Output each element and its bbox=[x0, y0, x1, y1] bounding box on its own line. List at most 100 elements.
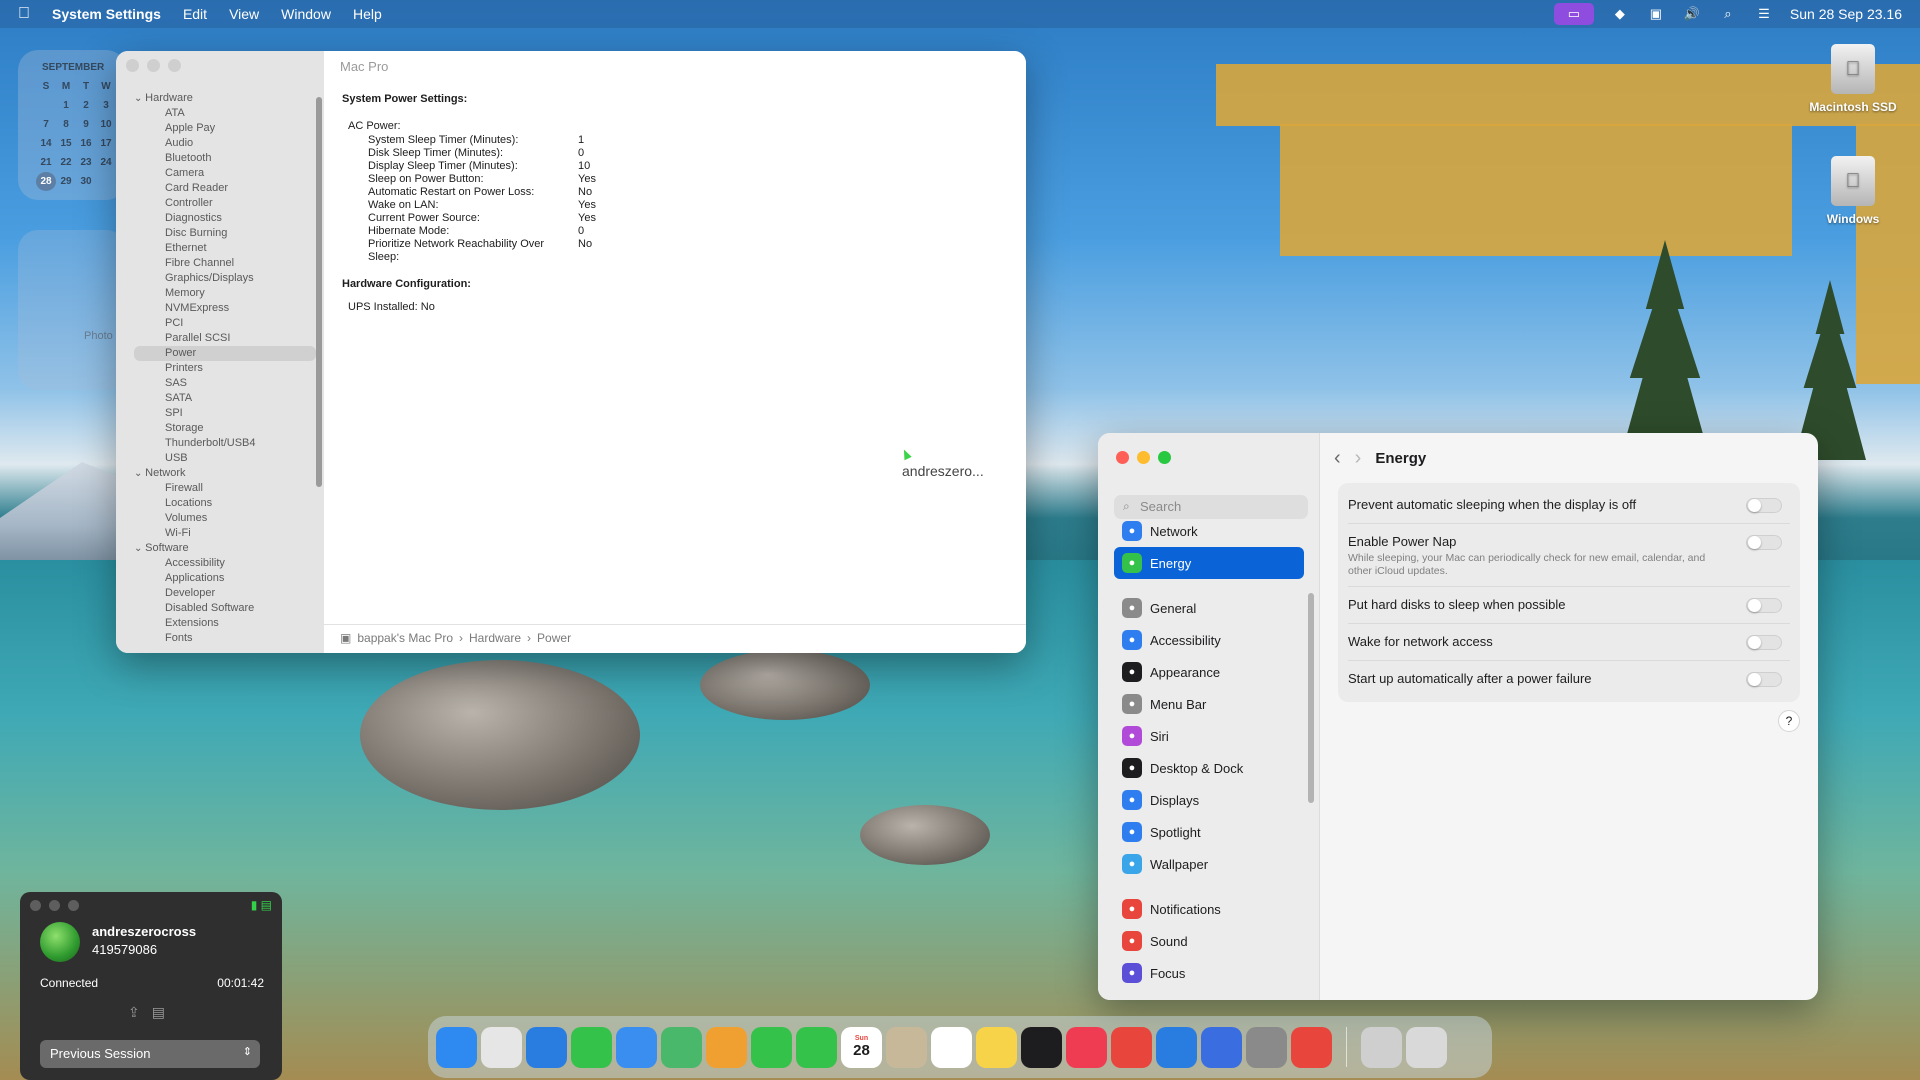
dock-rocket-icon[interactable] bbox=[1111, 1026, 1152, 1068]
menu-app-name[interactable]: System Settings bbox=[52, 6, 161, 22]
tree-item[interactable]: Storage bbox=[134, 421, 316, 436]
dock-app-store-icon[interactable] bbox=[1156, 1026, 1197, 1068]
menu-help[interactable]: Help bbox=[353, 6, 382, 22]
tree-group[interactable]: Network bbox=[134, 466, 316, 481]
back-button[interactable]: ‹ bbox=[1334, 447, 1341, 470]
help-button[interactable]: ? bbox=[1778, 710, 1800, 732]
tree-item[interactable]: Graphics/Displays bbox=[134, 271, 316, 286]
minimize-button[interactable] bbox=[49, 900, 60, 911]
desktop-icon-windows[interactable]:  Windows bbox=[1798, 156, 1908, 226]
dock-notes-icon[interactable] bbox=[976, 1026, 1017, 1068]
volume-icon[interactable]: 🔊 bbox=[1682, 6, 1702, 22]
forward-button[interactable]: › bbox=[1355, 447, 1362, 470]
dock-trash-icon[interactable] bbox=[1406, 1026, 1447, 1068]
minimize-button[interactable] bbox=[1137, 451, 1150, 464]
menu-window[interactable]: Window bbox=[281, 6, 331, 22]
sidebar-item-desktop-dock[interactable]: ● Desktop & Dock bbox=[1114, 752, 1304, 784]
tree-item[interactable]: Diagnostics bbox=[134, 211, 316, 226]
menu-edit[interactable]: Edit bbox=[183, 6, 207, 22]
toggle-switch[interactable] bbox=[1746, 498, 1782, 513]
tree-item[interactable]: Apple Pay bbox=[134, 121, 316, 136]
search-icon[interactable]: ⌕ bbox=[1718, 6, 1738, 22]
dock-xcode-icon[interactable] bbox=[1201, 1026, 1242, 1068]
monitor-icon[interactable]: ▣ bbox=[1646, 6, 1666, 22]
toggle-switch[interactable] bbox=[1746, 535, 1782, 550]
control-center-icon[interactable]: ☰ bbox=[1754, 6, 1774, 22]
tree-item[interactable]: Disc Burning bbox=[134, 226, 316, 241]
screen-share-icon[interactable]: ▭ bbox=[1553, 3, 1594, 25]
tree-item[interactable]: Firewall bbox=[134, 481, 316, 496]
search-input[interactable]: ⌕ Search bbox=[1114, 495, 1308, 519]
tree-item[interactable]: Card Reader bbox=[134, 181, 316, 196]
sidebar-item-general[interactable]: ● General bbox=[1114, 592, 1304, 624]
tree-item[interactable]: Memory bbox=[134, 286, 316, 301]
chat-message-icon[interactable]: ▤ bbox=[152, 1004, 165, 1021]
dock-launchpad-icon[interactable] bbox=[481, 1026, 522, 1068]
desktop-icon-macintosh-ssd[interactable]:  Macintosh SSD bbox=[1798, 44, 1908, 114]
sidebar-item-spotlight[interactable]: ● Spotlight bbox=[1114, 816, 1304, 848]
zoom-button[interactable] bbox=[168, 59, 181, 72]
tree-item[interactable]: SPI bbox=[134, 406, 316, 421]
dock-facetime-icon[interactable] bbox=[751, 1026, 792, 1068]
tree-item[interactable]: SAS bbox=[134, 376, 316, 391]
tree-item[interactable]: Fibre Channel bbox=[134, 256, 316, 271]
sidebar-item-notifications[interactable]: ● Notifications bbox=[1114, 893, 1304, 925]
anydesk-status-icon[interactable]: ◆ bbox=[1610, 6, 1630, 22]
tree-item[interactable]: Printers bbox=[134, 361, 316, 376]
dock-maps-icon[interactable] bbox=[661, 1026, 702, 1068]
sidebar-item-energy[interactable]: ● Energy bbox=[1114, 547, 1304, 579]
tree-item[interactable]: Applications bbox=[134, 571, 316, 586]
tree-item[interactable]: Volumes bbox=[134, 511, 316, 526]
tree-item[interactable]: Fonts bbox=[134, 631, 316, 646]
sidebar-item-siri[interactable]: ● Siri bbox=[1114, 720, 1304, 752]
tree-item[interactable]: Wi-Fi bbox=[134, 526, 316, 541]
dock-music-icon[interactable] bbox=[1066, 1026, 1107, 1068]
tree-item[interactable]: Ethernet bbox=[134, 241, 316, 256]
tree-item[interactable]: Extensions bbox=[134, 616, 316, 631]
sidebar-item-network[interactable]: ● Network bbox=[1114, 515, 1304, 547]
close-button[interactable] bbox=[1116, 451, 1129, 464]
dock-phone-icon[interactable] bbox=[796, 1026, 837, 1068]
file-transfer-icon[interactable]: ⇪ bbox=[128, 1004, 140, 1021]
dock-messages-icon[interactable] bbox=[571, 1026, 612, 1068]
dock-mail-icon[interactable] bbox=[616, 1026, 657, 1068]
zoom-button[interactable] bbox=[1158, 451, 1171, 464]
tree-item[interactable]: Thunderbolt/USB4 bbox=[134, 436, 316, 451]
tree-item[interactable]: SATA bbox=[134, 391, 316, 406]
zoom-button[interactable] bbox=[68, 900, 79, 911]
sidebar-item-appearance[interactable]: ● Appearance bbox=[1114, 656, 1304, 688]
dock-tv-icon[interactable] bbox=[1021, 1026, 1062, 1068]
apple-menu-icon[interactable]:  bbox=[18, 5, 30, 23]
menu-view[interactable]: View bbox=[229, 6, 259, 22]
session-select[interactable]: Previous Session ⇕ bbox=[40, 1040, 260, 1068]
photo-widget[interactable]: Photo bbox=[18, 230, 126, 390]
toggle-switch[interactable] bbox=[1746, 672, 1782, 687]
dock-contacts-icon[interactable] bbox=[886, 1026, 927, 1068]
dock-anydesk-icon[interactable] bbox=[1291, 1026, 1332, 1068]
tree-item[interactable]: PCI bbox=[134, 316, 316, 331]
close-button[interactable] bbox=[126, 59, 139, 72]
tree-item[interactable]: Bluetooth bbox=[134, 151, 316, 166]
dock-finder-icon[interactable] bbox=[436, 1026, 477, 1068]
tree-item[interactable]: Camera bbox=[134, 166, 316, 181]
breadcrumb-item[interactable]: Hardware bbox=[469, 631, 521, 645]
dock-calendar-icon[interactable]: Sun 28 bbox=[841, 1026, 882, 1068]
menu-clock[interactable]: Sun 28 Sep 23.16 bbox=[1790, 6, 1902, 22]
dock-system-settings-icon[interactable] bbox=[1246, 1026, 1287, 1068]
tree-item[interactable]: Locations bbox=[134, 496, 316, 511]
breadcrumb-item[interactable]: bappak's Mac Pro bbox=[357, 631, 453, 645]
tree-item[interactable]: Developer bbox=[134, 586, 316, 601]
dock-reminders-icon[interactable] bbox=[931, 1026, 972, 1068]
tree-item[interactable]: Power bbox=[134, 346, 316, 361]
tree-item[interactable]: Controller bbox=[134, 196, 316, 211]
dock-photos-icon[interactable] bbox=[706, 1026, 747, 1068]
tree-item[interactable]: ATA bbox=[134, 106, 316, 121]
sidebar-scrollbar[interactable] bbox=[316, 97, 322, 487]
chat-icon[interactable]: ▮ ▤ bbox=[251, 898, 272, 912]
toggle-switch[interactable] bbox=[1746, 635, 1782, 650]
sidebar-item-displays[interactable]: ● Displays bbox=[1114, 784, 1304, 816]
dock-preview-icon[interactable] bbox=[1361, 1026, 1402, 1068]
tree-group[interactable]: Software bbox=[134, 541, 316, 556]
sidebar-item-sound[interactable]: ● Sound bbox=[1114, 925, 1304, 957]
breadcrumb-item[interactable]: Power bbox=[537, 631, 571, 645]
